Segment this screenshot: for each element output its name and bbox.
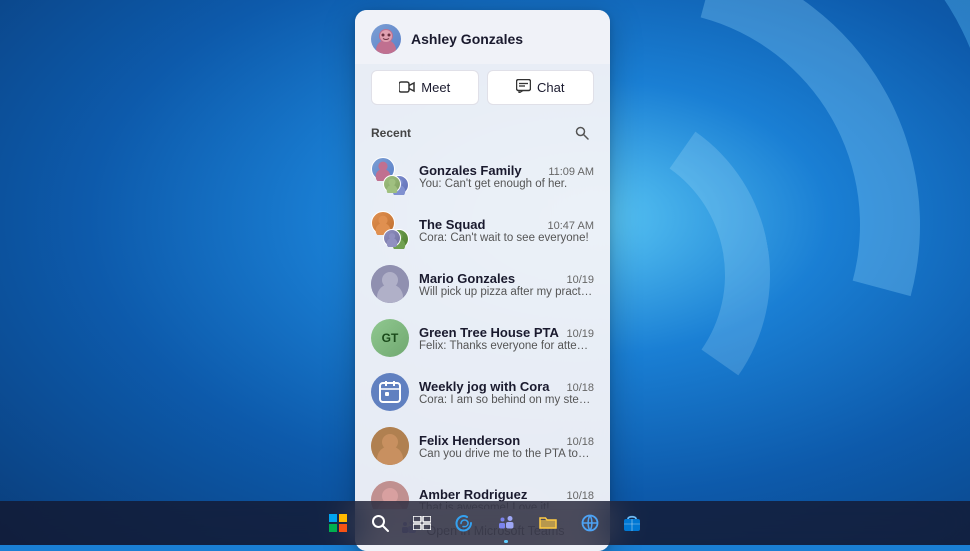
list-item[interactable]: The Squad 10:47 AM Cora: Can't wait to s… <box>355 203 610 257</box>
panel-header: Ashley Gonzales <box>355 10 610 64</box>
initials-avatar: GT <box>371 319 409 357</box>
meet-button[interactable]: Meet <box>371 70 479 105</box>
conv-msg: Can you drive me to the PTA today? <box>419 448 594 460</box>
user-name: Ashley Gonzales <box>411 31 523 47</box>
conv-info: The Squad 10:47 AM Cora: Can't wait to s… <box>419 217 594 244</box>
conv-name: The Squad <box>419 217 485 232</box>
conversation-list: Gonzales Family 11:09 AM You: Can't get … <box>355 149 610 509</box>
meet-label: Meet <box>421 80 450 95</box>
group-avatar <box>371 157 409 195</box>
conv-time: 10/19 <box>566 328 594 340</box>
meet-icon <box>399 80 415 96</box>
avatar <box>371 24 401 54</box>
conv-name: Green Tree House PTA <box>419 325 559 340</box>
conv-msg: You: Can't get enough of her. <box>419 178 594 190</box>
start-button[interactable] <box>320 505 356 541</box>
recent-header: Recent <box>355 115 610 149</box>
conv-time: 10:47 AM <box>548 220 594 232</box>
calendar-avatar <box>371 373 409 411</box>
person-avatar <box>371 265 409 303</box>
conv-name: Weekly jog with Cora <box>419 379 550 394</box>
conv-time: 10/18 <box>566 490 594 502</box>
conv-info: Gonzales Family 11:09 AM You: Can't get … <box>419 163 594 190</box>
file-explorer-button[interactable] <box>530 505 566 541</box>
conv-info: Mario Gonzales 10/19 Will pick up pizza … <box>419 271 594 298</box>
list-item[interactable]: GT Green Tree House PTA 10/19 Felix: Tha… <box>355 311 610 365</box>
search-button[interactable] <box>570 121 594 145</box>
conv-msg: Cora: Can't wait to see everyone! <box>419 232 594 244</box>
conv-msg: Cora: I am so behind on my step goals <box>419 394 594 406</box>
chat-icon <box>516 79 531 96</box>
conv-info: Weekly jog with Cora 10/18 Cora: I am so… <box>419 379 594 406</box>
conv-time: 10/18 <box>566 382 594 394</box>
conv-info: Green Tree House PTA 10/19 Felix: Thanks… <box>419 325 594 352</box>
search-button[interactable] <box>362 505 398 541</box>
conv-info: Felix Henderson 10/18 Can you drive me t… <box>419 433 594 460</box>
conv-name: Felix Henderson <box>419 433 520 448</box>
conv-time: 11:09 AM <box>548 166 594 178</box>
group-avatar <box>371 211 409 249</box>
teams-panel: Ashley Gonzales Meet Chat <box>355 10 610 551</box>
chat-label: Chat <box>537 80 564 95</box>
conv-time: 10/19 <box>566 274 594 286</box>
list-item[interactable]: Weekly jog with Cora 10/18 Cora: I am so… <box>355 365 610 419</box>
browser-button[interactable] <box>572 505 608 541</box>
conv-msg: Felix: Thanks everyone for attending tod… <box>419 340 594 352</box>
store-button[interactable] <box>614 505 650 541</box>
action-buttons: Meet Chat <box>355 64 610 115</box>
conv-name: Mario Gonzales <box>419 271 515 286</box>
list-item[interactable]: Felix Henderson 10/18 Can you drive me t… <box>355 419 610 473</box>
conv-msg: Will pick up pizza after my practice. <box>419 286 594 298</box>
task-view-button[interactable] <box>404 505 440 541</box>
conv-name: Gonzales Family <box>419 163 522 178</box>
conv-name: Amber Rodriguez <box>419 487 527 502</box>
list-item[interactable]: Gonzales Family 11:09 AM You: Can't get … <box>355 149 610 203</box>
list-item[interactable]: Mario Gonzales 10/19 Will pick up pizza … <box>355 257 610 311</box>
taskbar <box>0 501 970 545</box>
conv-time: 10/18 <box>566 436 594 448</box>
edge-button[interactable] <box>446 505 482 541</box>
recent-label: Recent <box>371 126 411 140</box>
chat-button[interactable]: Chat <box>487 70 595 105</box>
teams-taskbar-button[interactable] <box>488 505 524 541</box>
person-avatar <box>371 427 409 465</box>
